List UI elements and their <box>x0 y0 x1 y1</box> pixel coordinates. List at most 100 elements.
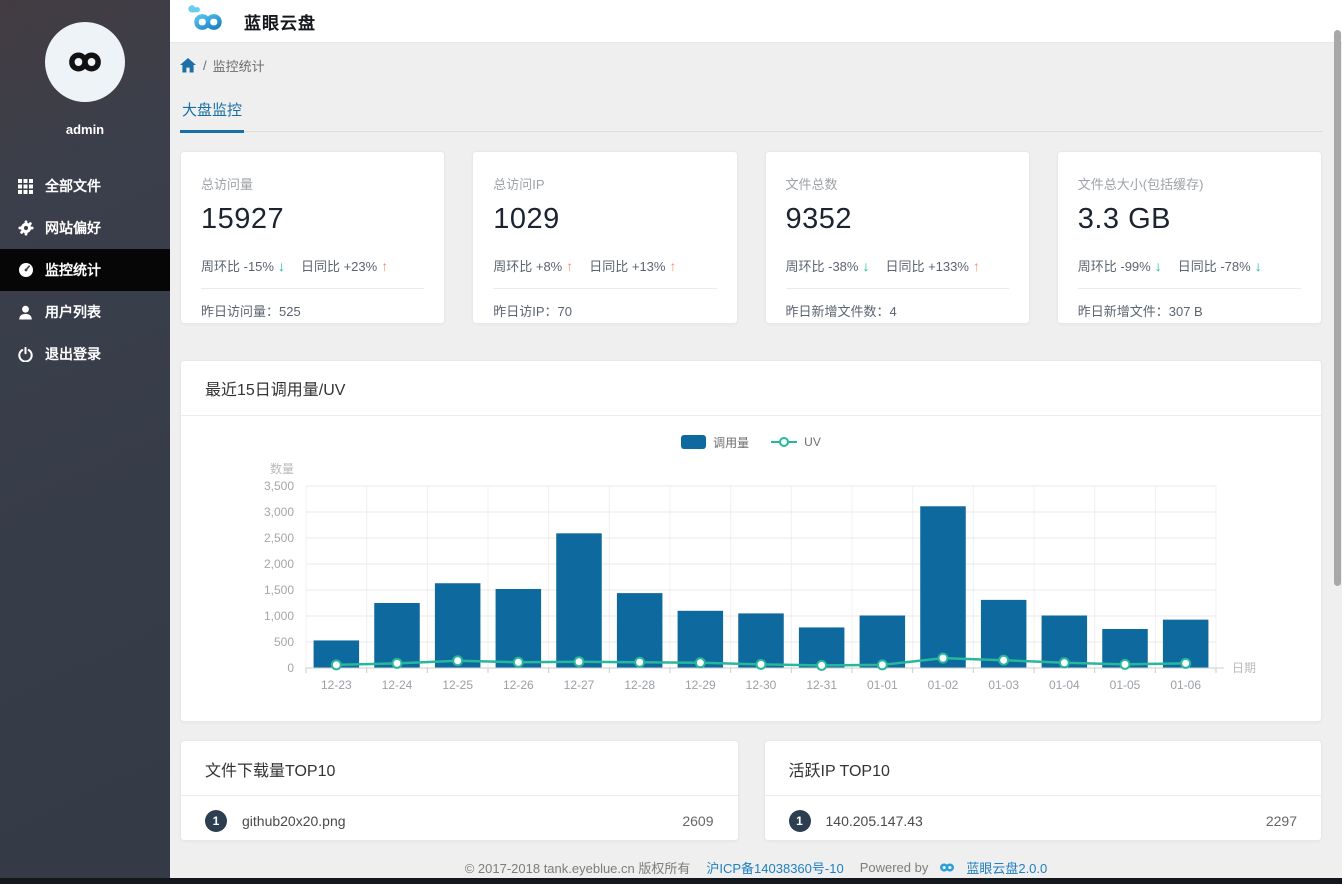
trend-arrow-icon: ↓ <box>1154 257 1162 274</box>
grid-icon <box>17 178 34 195</box>
breadcrumb: / 监控统计 <box>180 56 1322 75</box>
footer-logo-icon <box>934 859 960 875</box>
stat-card-total-files: 文件总数 9352 周环比 -38% ↓ 日同比 +133% ↑ 昨日新增文件数：4 <box>764 151 1030 324</box>
stat-trend: 周环比 -38% ↓ 日同比 +133% ↑ <box>786 256 1009 275</box>
user-icon <box>17 304 34 321</box>
icp-link[interactable]: 沪ICP备14038360号-10 <box>706 858 843 877</box>
svg-text:数量: 数量 <box>270 461 294 476</box>
sidebar-item-label: 全部文件 <box>45 178 101 194</box>
svg-text:12-28: 12-28 <box>624 678 655 692</box>
file-name: github20x20.png <box>242 813 346 829</box>
trend-arrow-icon: ↓ <box>862 257 870 274</box>
legend-item-bar[interactable]: 调用量 <box>681 434 749 451</box>
stat-card-total-size: 文件总大小(包括缓存) 3.3 GB 周环比 -99% ↓ 日同比 -78% ↓ 昨… <box>1056 151 1322 324</box>
infinity-logo-icon <box>69 52 101 72</box>
download-count: 2609 <box>682 813 714 829</box>
tab-bar: 大盘监控 <box>180 99 1322 133</box>
svg-text:12-29: 12-29 <box>685 678 716 692</box>
chart-canvas: 0 500 1,000 1,500 2,000 2,500 3,000 3,500 数量 日期 12… <box>181 450 1321 709</box>
ip-address: 140.205.147.43 <box>825 813 923 829</box>
stat-label: 文件总数 <box>785 177 838 192</box>
trend-arrow-icon: ↓ <box>1254 257 1262 274</box>
rank-badge: 1 <box>205 810 227 832</box>
svg-text:12-30: 12-30 <box>746 678 777 692</box>
stat-cards-row: 总访问量 15927 周环比 -15% ↓ 日同比 +23% ↑ 昨日访问量：525… <box>180 151 1322 324</box>
week-trend-text: 周环比 -38% <box>785 259 859 274</box>
stat-label: 文件总大小(包括缓存) <box>1077 177 1204 192</box>
sidebar-nav: 全部文件 网站偏好 监控统计 用户列表 退出登录 <box>0 165 170 375</box>
svg-text:01-02: 01-02 <box>928 678 959 692</box>
legend-item-line[interactable]: UV <box>771 435 821 449</box>
window-bottom-edge <box>0 878 1342 884</box>
content: / 监控统计 大盘监控 总访问量 15927 周环比 -15% ↓ 日同比 +23… <box>170 43 1342 850</box>
app-window: admin 全部文件 网站偏好 监控统计 用户列表 退出登录 蓝眼云盘 / 监控… <box>0 0 1342 884</box>
stat-bottom-text: 昨日访问量：525 <box>201 304 301 319</box>
top-ips-card: 活跃IP TOP10 1 140.205.147.43 2297 <box>763 740 1322 841</box>
svg-text:12-25: 12-25 <box>442 678 473 692</box>
top-ips-title: 活跃IP TOP10 <box>764 741 1321 796</box>
gear-icon <box>17 220 34 237</box>
svg-text:01-03: 01-03 <box>988 678 1019 692</box>
stat-card-total-ips: 总访问IP 1029 周环比 +8% ↑ 日同比 +13% ↑ 昨日访IP：70 <box>472 151 738 324</box>
sidebar-item-all-files[interactable]: 全部文件 <box>0 165 170 207</box>
svg-text:12-27: 12-27 <box>564 678 595 692</box>
trend-arrow-icon: ↑ <box>566 257 574 274</box>
top-lists-row: 文件下载量TOP10 1 github20x20.png 2609 活跃IP T… <box>180 740 1322 841</box>
sidebar-item-users[interactable]: 用户列表 <box>0 291 170 333</box>
visit-count: 2297 <box>1265 813 1297 829</box>
stat-bottom-text: 昨日新增文件数：4 <box>785 304 897 319</box>
day-trend-text: 日同比 +13% <box>589 259 666 274</box>
trend-arrow-icon: ↑ <box>972 257 980 274</box>
tab-dashboard-monitor[interactable]: 大盘监控 <box>180 99 245 133</box>
app-logo-icon <box>188 5 222 30</box>
svg-text:12-24: 12-24 <box>382 678 413 692</box>
svg-text:01-06: 01-06 <box>1170 678 1201 692</box>
svg-text:2,000: 2,000 <box>264 557 294 571</box>
svg-text:1,000: 1,000 <box>264 609 294 623</box>
home-icon[interactable] <box>180 58 196 73</box>
avatar[interactable] <box>45 22 125 102</box>
sidebar-item-label: 网站偏好 <box>45 220 101 236</box>
power-icon <box>17 346 34 363</box>
list-item: 1 github20x20.png 2609 <box>181 796 738 840</box>
product-link[interactable]: 蓝眼云盘2.0.0 <box>966 858 1047 877</box>
week-trend-text: 周环比 +8% <box>493 259 563 274</box>
sidebar-item-logout[interactable]: 退出登录 <box>0 333 170 375</box>
day-trend-text: 日同比 -78% <box>1177 259 1251 274</box>
week-trend-text: 周环比 -99% <box>1077 259 1151 274</box>
sidebar-item-monitoring[interactable]: 监控统计 <box>0 249 170 291</box>
chart-legend: 调用量 UV <box>181 434 1321 450</box>
day-trend-text: 日同比 +23% <box>300 259 378 274</box>
svg-text:500: 500 <box>274 635 294 649</box>
svg-text:01-04: 01-04 <box>1049 678 1080 692</box>
svg-text:日期: 日期 <box>1232 661 1256 675</box>
app-title: 蓝眼云盘 <box>244 13 316 33</box>
svg-text:01-05: 01-05 <box>1110 678 1141 692</box>
legend-line-swatch <box>771 436 798 448</box>
trend-arrow-icon: ↓ <box>277 257 285 274</box>
stat-value: 15927 <box>201 203 285 235</box>
stat-label: 总访问IP <box>493 177 545 192</box>
chart-title: 最近15日调用量/UV <box>181 361 1321 416</box>
svg-text:12-23: 12-23 <box>321 678 352 692</box>
sidebar-item-preferences[interactable]: 网站偏好 <box>0 207 170 249</box>
main-area: 蓝眼云盘 / 监控统计 大盘监控 总访问量 15927 周环比 -15% ↓ 日… <box>170 0 1342 884</box>
username: admin <box>65 122 105 137</box>
stat-card-total-visits: 总访问量 15927 周环比 -15% ↓ 日同比 +23% ↑ 昨日访问量：525 <box>180 151 446 324</box>
breadcrumb-current: 监控统计 <box>212 59 265 74</box>
svg-text:2,500: 2,500 <box>264 531 294 545</box>
svg-text:0: 0 <box>287 661 294 675</box>
top-bar: 蓝眼云盘 <box>170 0 1342 43</box>
copyright-text: © 2017-2018 tank.eyeblue.cn 版权所有 <box>464 860 691 876</box>
chart-card: 最近15日调用量/UV 调用量 UV 0 500 1,000 1,500 2,000 2,5… <box>180 360 1322 722</box>
sidebar-item-label: 监控统计 <box>45 262 101 278</box>
top-downloads-card: 文件下载量TOP10 1 github20x20.png 2609 <box>180 740 739 841</box>
legend-bar-swatch <box>681 435 707 449</box>
stat-value: 1029 <box>493 203 560 235</box>
stat-trend: 周环比 +8% ↑ 日同比 +13% ↑ <box>493 256 716 275</box>
vertical-scrollbar-thumb[interactable] <box>1334 30 1341 586</box>
stat-label: 总访问量 <box>201 177 254 192</box>
trend-arrow-icon: ↑ <box>669 257 677 274</box>
legend-label: 调用量 <box>713 435 750 450</box>
sidebar: admin 全部文件 网站偏好 监控统计 用户列表 退出登录 <box>0 0 170 884</box>
